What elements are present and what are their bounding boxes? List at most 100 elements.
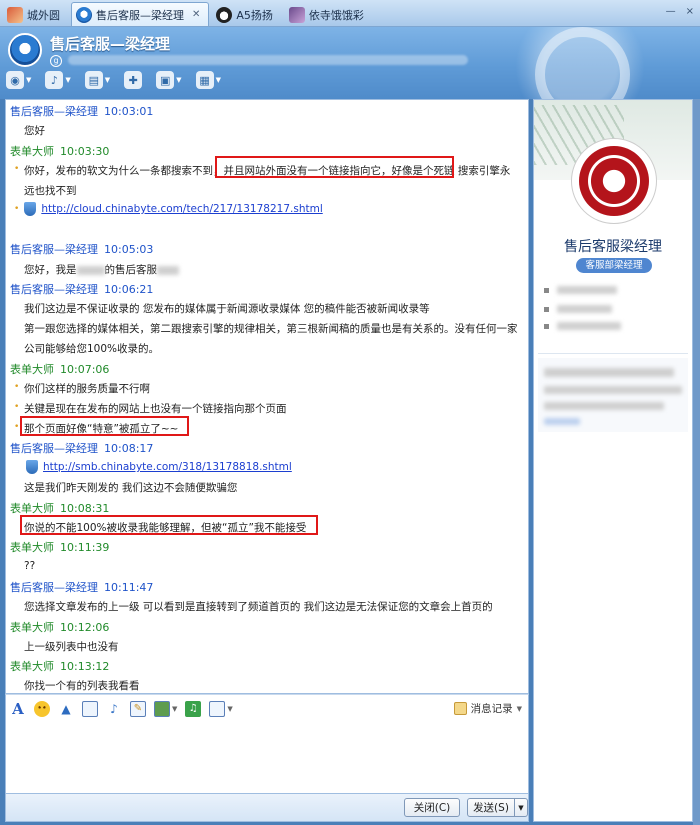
message-text: 你找一个有的列表我看看	[24, 680, 140, 692]
chat-toolbar: ◉ ▼ ♪ ▼ ▤ ▼ ✚ ▣ ▼ ▦ ▼	[6, 71, 221, 89]
message-history-button[interactable]: 消息记录 ▼	[453, 701, 522, 716]
tab-chengwaiyuan[interactable]: 城外圆	[2, 2, 69, 26]
send-button[interactable]: 发送(S)	[467, 798, 515, 817]
tab-label: 售后客服—梁经理	[96, 8, 184, 22]
message-header: 售后客服—梁经理 10:06:21	[10, 281, 153, 297]
history-label: 消息记录	[470, 703, 513, 715]
close-button[interactable]: 关闭(C)	[404, 798, 460, 817]
screen-share-icon[interactable]	[209, 700, 226, 717]
message-text: 你们这样的服务质量不行啊	[24, 383, 150, 395]
highlight-box	[20, 416, 189, 436]
chevron-down-icon[interactable]: ▼	[105, 76, 110, 84]
message-header: 售后客服—梁经理 10:03:01	[10, 103, 153, 119]
chat-header: 售后客服—梁经理 g ◉ ▼ ♪ ▼ ▤ ▼ ✚ ▣ ▼ ▦ ▼	[0, 27, 700, 99]
message-text: 您好	[24, 125, 45, 137]
avatar-logo	[579, 146, 649, 216]
tab-bar: 城外圆 售后客服—梁经理 ✕ A5扬扬 依寺饿饿彩 — ×	[0, 0, 700, 27]
edit-icon[interactable]: ✎	[130, 700, 146, 717]
tab-after-sales-liang[interactable]: 售后客服—梁经理 ✕	[71, 2, 210, 26]
microphone-icon: ♪	[45, 71, 64, 89]
bullet-icon: •	[14, 382, 20, 392]
tab-yisi[interactable]: 依寺饿饿彩	[284, 2, 373, 26]
shake-icon[interactable]: ▲	[58, 701, 74, 717]
info-icon	[544, 287, 549, 293]
chevron-down-icon[interactable]: ▼	[227, 705, 232, 713]
shield-icon	[24, 202, 37, 216]
folder-icon: ▤	[84, 71, 103, 89]
tab-label: A5扬扬	[236, 8, 273, 22]
chevron-down-icon[interactable]: ▼	[26, 76, 31, 84]
send-options-button[interactable]: ▼	[514, 798, 528, 817]
remote-assist-button[interactable]: ▣ ▼	[156, 71, 182, 89]
profile-ad-card	[538, 358, 688, 432]
sender-name: 售后客服—梁经理	[10, 105, 98, 118]
action-bar: 关闭(C) 发送(S) ▼	[5, 794, 529, 822]
redacted-link[interactable]	[544, 418, 580, 425]
message-time: 10:03:30	[60, 145, 110, 158]
message-header: 表单大师 10:07:06	[10, 361, 109, 377]
profile-avatar[interactable]	[571, 138, 657, 224]
message-header: 售后客服—梁经理 10:05:03	[10, 241, 153, 257]
tab-close-icon[interactable]: ✕	[192, 9, 200, 20]
screenshot-icon[interactable]	[82, 700, 98, 717]
music-icon[interactable]: ♫	[185, 700, 202, 717]
redacted-text	[557, 322, 621, 330]
message-time: 10:07:06	[60, 363, 110, 376]
chevron-down-icon[interactable]: ▼	[176, 76, 181, 84]
message-time: 10:08:31	[60, 502, 110, 515]
video-call-button[interactable]: ◉ ▼	[6, 71, 31, 89]
message-header: 表单大师 10:03:30	[10, 143, 109, 159]
message-list[interactable]: 售后客服—梁经理 10:03:01 您好 表单大师 10:03:30 • 你好，发布…	[5, 99, 529, 694]
message-header: 售后客服—梁经理 10:11:47	[10, 579, 153, 595]
panda-icon	[216, 6, 233, 23]
info-icon	[544, 306, 549, 312]
message-text: 公司能够给您100%收录的。	[24, 343, 160, 355]
minimize-icon[interactable]: —	[666, 6, 676, 17]
monitor-icon: ▣	[156, 71, 175, 89]
dept-badge: 客服部梁经理	[576, 258, 652, 273]
text-part: 的售后客服	[104, 264, 158, 276]
image-icon[interactable]	[154, 700, 170, 717]
signature-icon: g	[50, 55, 62, 67]
bullet-icon: •	[14, 164, 20, 174]
contact-profile-panel: 售后客服梁经理 客服部梁经理	[533, 99, 693, 822]
close-window-icon[interactable]: ×	[686, 6, 694, 17]
redacted-text	[544, 402, 664, 410]
tab-label: 依寺饿饿彩	[308, 8, 364, 22]
tab-label: 城外圆	[27, 8, 60, 22]
text-part: 您好，我是	[24, 264, 77, 276]
sender-name: 表单大师	[10, 502, 54, 515]
message-link[interactable]: http://cloud.chinabyte.com/tech/217/1317…	[41, 203, 322, 215]
chevron-down-icon[interactable]: ▼	[216, 76, 221, 84]
sender-name: 售后客服—梁经理	[10, 442, 98, 455]
voice-message-icon[interactable]: ♪	[106, 701, 122, 717]
link-row: • http://cloud.chinabyte.com/tech/217/13…	[14, 202, 323, 216]
send-file-button[interactable]: ▤ ▼	[84, 71, 110, 89]
create-discussion-button[interactable]: ✚	[124, 71, 143, 89]
highlight-box	[20, 515, 318, 535]
font-icon[interactable]: A	[10, 700, 26, 718]
divider	[538, 353, 688, 354]
chevron-down-icon[interactable]: ▼	[172, 705, 177, 713]
window-edge	[693, 99, 700, 825]
sender-name: 表单大师	[10, 363, 54, 376]
contact-avatar[interactable]	[8, 33, 42, 67]
message-input[interactable]	[5, 722, 529, 794]
message-header: 售后客服—梁经理 10:08:17	[10, 440, 153, 456]
avatar-icon	[7, 6, 23, 23]
signature-blurred	[68, 55, 468, 65]
contact-title: 售后客服—梁经理	[50, 35, 171, 53]
apps-button[interactable]: ▦ ▼	[195, 71, 221, 89]
emoji-icon[interactable]	[34, 700, 50, 717]
bullet-icon: •	[14, 422, 20, 432]
tab-a5-yangyang[interactable]: A5扬扬	[211, 2, 282, 26]
bullet-icon: •	[14, 402, 20, 412]
sender-name: 售后客服—梁经理	[10, 283, 98, 296]
voice-call-button[interactable]: ♪ ▼	[45, 71, 71, 89]
message-header: 表单大师 10:13:12	[10, 658, 109, 674]
redacted-text	[157, 265, 179, 275]
text-part: 搜索引擎永	[457, 165, 511, 177]
message-link[interactable]: http://smb.chinabyte.com/318/13178818.sh…	[43, 461, 292, 473]
chevron-down-icon[interactable]: ▼	[65, 76, 70, 84]
message-text: 第一跟您选择的媒体相关，第二跟搜索引擎的规律相关，第三根新闻稿的质量也是有关系的…	[24, 323, 518, 335]
